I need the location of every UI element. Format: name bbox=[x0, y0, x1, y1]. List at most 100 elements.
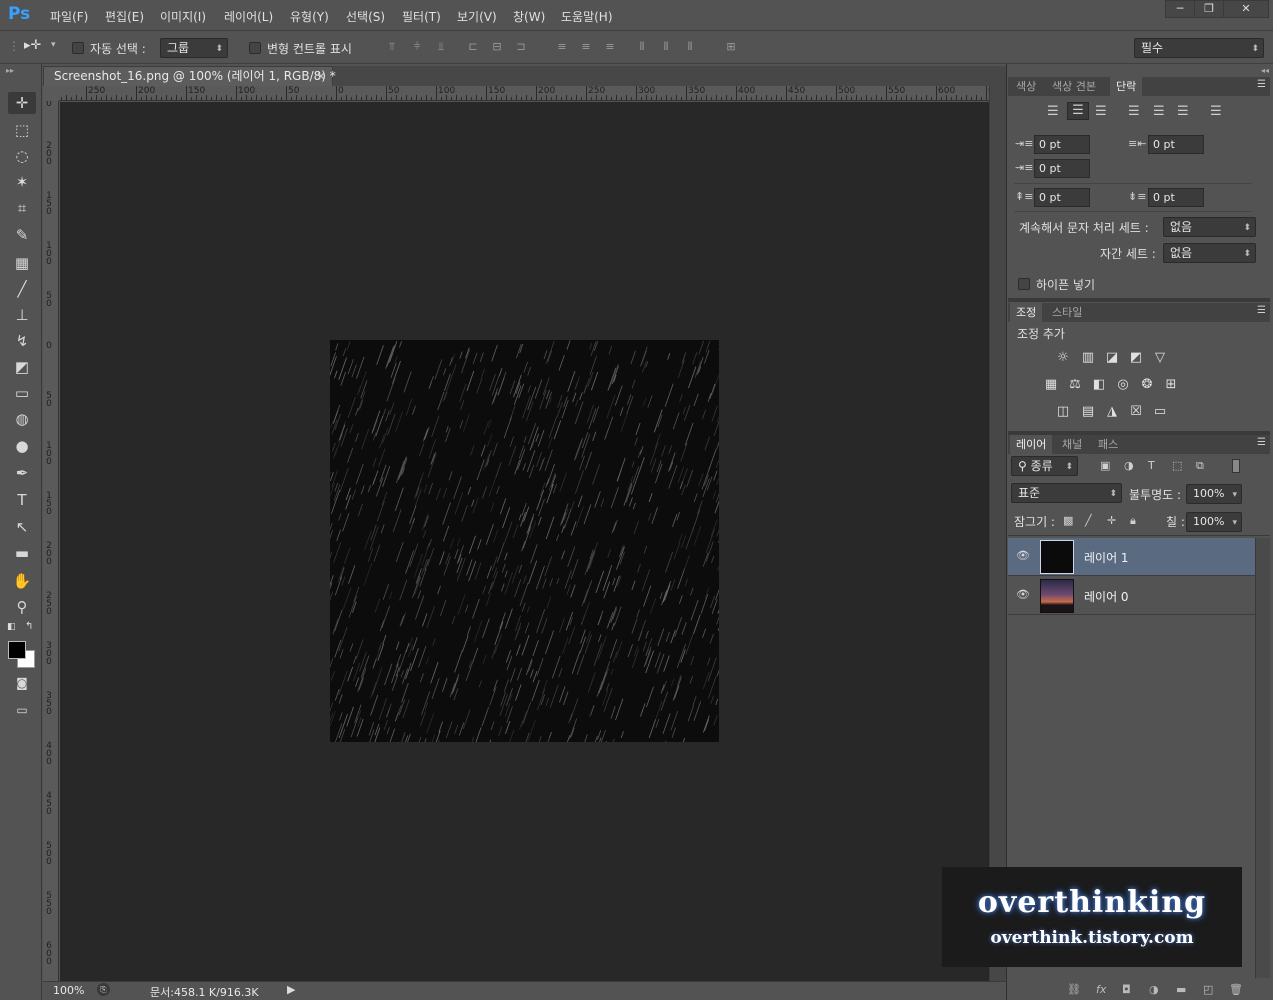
align-text-center-icon[interactable]: ☰ bbox=[1067, 102, 1089, 120]
document-image-rain[interactable] bbox=[330, 340, 719, 742]
menu-filter[interactable]: 필터(T) bbox=[402, 8, 441, 25]
filter-toggle-icon[interactable] bbox=[1232, 459, 1240, 473]
distribute-hcenter-icon[interactable]: ⫴ bbox=[659, 40, 673, 54]
marquee-tool-icon[interactable]: ⬚ bbox=[8, 119, 36, 141]
move-tool-icon[interactable]: ✛ bbox=[8, 92, 36, 114]
auto-select-checkbox[interactable] bbox=[72, 42, 84, 54]
delete-layer-icon[interactable]: 🗑︎ bbox=[1229, 983, 1243, 996]
layer-name[interactable]: 레이어 1 bbox=[1084, 549, 1129, 566]
foreground-color-swatch[interactable] bbox=[8, 641, 26, 659]
align-top-icon[interactable]: ⫪ bbox=[385, 40, 399, 54]
invert-icon[interactable]: ◫ bbox=[1055, 405, 1071, 419]
blur-tool-icon[interactable]: ◍ bbox=[8, 408, 36, 430]
ruler-corner[interactable] bbox=[43, 86, 59, 101]
exposure-icon[interactable]: ◩ bbox=[1128, 351, 1144, 365]
tab-adjustments[interactable]: 조정 bbox=[1010, 303, 1043, 322]
justify-last-center-icon[interactable]: ☰ bbox=[1153, 104, 1165, 119]
swap-colors-icon[interactable]: ↰ bbox=[25, 621, 33, 632]
tab-layers[interactable]: 레이어 bbox=[1010, 435, 1053, 454]
tab-swatches[interactable]: 색상 견본 bbox=[1046, 77, 1102, 96]
first-line-indent-input[interactable]: 0 pt bbox=[1034, 159, 1090, 178]
workspace-dropdown[interactable]: 필수 ⬍ bbox=[1134, 38, 1264, 58]
minimize-button[interactable]: ─ bbox=[1165, 0, 1195, 18]
layers-scrollbar[interactable] bbox=[1255, 538, 1270, 978]
hyphenate-checkbox[interactable] bbox=[1018, 278, 1030, 290]
lock-image-icon[interactable]: ╱ bbox=[1085, 514, 1092, 527]
align-hcenter-icon[interactable]: ⊟ bbox=[490, 40, 504, 54]
levels-icon[interactable]: ▥ bbox=[1080, 351, 1096, 365]
tab-paths[interactable]: 패스 bbox=[1092, 435, 1124, 454]
expand-panels-icon[interactable]: ◂◂ bbox=[1261, 66, 1269, 75]
posterize-icon[interactable]: ▤ bbox=[1080, 405, 1096, 419]
vertical-scrollbar[interactable] bbox=[989, 86, 1006, 981]
close-tab-icon[interactable]: × bbox=[316, 67, 326, 86]
filter-adjustment-icon[interactable]: ◑ bbox=[1124, 459, 1134, 472]
clone-stamp-tool-icon[interactable]: ⊥ bbox=[8, 304, 36, 326]
brush-tool-icon[interactable]: ╱ bbox=[8, 278, 36, 300]
hand-tool-icon[interactable]: ✋ bbox=[8, 570, 36, 592]
menu-edit[interactable]: 편집(E) bbox=[105, 8, 144, 25]
indent-right-input[interactable]: 0 pt bbox=[1148, 135, 1204, 154]
align-left-icon[interactable]: ⊏ bbox=[466, 40, 480, 54]
menu-help[interactable]: 도움말(H) bbox=[561, 8, 613, 25]
healing-brush-tool-icon[interactable]: ▦ bbox=[8, 252, 36, 274]
gradient-tool-icon[interactable]: ▭ bbox=[8, 382, 36, 404]
zoom-level[interactable]: 100% bbox=[53, 984, 84, 997]
crop-tool-icon[interactable]: ⌗ bbox=[8, 197, 36, 219]
menu-view[interactable]: 보기(V) bbox=[457, 8, 497, 25]
space-after-input[interactable]: 0 pt bbox=[1148, 188, 1204, 207]
path-selection-tool-icon[interactable]: ↖ bbox=[8, 516, 36, 538]
document-tab[interactable]: Screenshot_16.png @ 100% (레이어 1, RGB/8) … bbox=[43, 66, 336, 86]
tab-color[interactable]: 색상 bbox=[1010, 77, 1042, 96]
layer-filter-kind-dropdown[interactable]: ⚲ 종류 ⬍ bbox=[1011, 456, 1078, 476]
rectangle-tool-icon[interactable]: ▬ bbox=[8, 542, 36, 564]
gradient-map-icon[interactable]: ☒ bbox=[1128, 405, 1144, 419]
lock-transparent-icon[interactable]: ▩ bbox=[1063, 514, 1073, 527]
auto-align-icon[interactable]: ⊞ bbox=[724, 40, 738, 54]
selective-color-icon[interactable]: ▭ bbox=[1152, 405, 1168, 419]
align-text-left-icon[interactable]: ☰ bbox=[1047, 104, 1059, 119]
color-lookup-icon[interactable]: ⊞ bbox=[1163, 378, 1179, 392]
layer-row-1[interactable]: 👁︎ 레이어 1 bbox=[1008, 538, 1255, 576]
visibility-eye-icon[interactable]: 👁︎ bbox=[1016, 588, 1030, 601]
panel-menu-icon[interactable]: ☰ bbox=[1257, 437, 1266, 448]
layer-style-icon[interactable]: fx bbox=[1096, 983, 1106, 996]
fill-input[interactable]: 100% ▾ bbox=[1186, 512, 1242, 532]
distribute-right-icon[interactable]: ⫴ bbox=[683, 40, 697, 54]
menu-window[interactable]: 창(W) bbox=[513, 8, 545, 25]
channel-mixer-icon[interactable]: ❂ bbox=[1139, 378, 1155, 392]
panel-menu-icon[interactable]: ☰ bbox=[1257, 305, 1266, 316]
filter-smart-object-icon[interactable]: ⧉ bbox=[1196, 459, 1204, 473]
curves-icon[interactable]: ◪ bbox=[1104, 351, 1120, 365]
tab-styles[interactable]: 스타일 bbox=[1046, 303, 1088, 322]
history-brush-tool-icon[interactable]: ↯ bbox=[8, 330, 36, 352]
lock-position-icon[interactable]: ✛ bbox=[1107, 514, 1116, 527]
quick-mask-icon[interactable]: ◙ bbox=[8, 672, 36, 694]
menu-image[interactable]: 이미지(I) bbox=[160, 8, 206, 25]
space-before-input[interactable]: 0 pt bbox=[1034, 188, 1090, 207]
transform-controls-checkbox[interactable] bbox=[249, 42, 261, 54]
opacity-input[interactable]: 100% ▾ bbox=[1186, 484, 1242, 504]
color-balance-icon[interactable]: ⚖ bbox=[1067, 378, 1083, 392]
status-menu-arrow-icon[interactable]: ▶ bbox=[287, 983, 295, 996]
lock-all-icon[interactable]: 🔒︎ bbox=[1130, 514, 1136, 528]
new-adjustment-layer-icon[interactable]: ◑ bbox=[1149, 983, 1159, 996]
distribute-vcenter-icon[interactable]: ≡ bbox=[579, 40, 593, 54]
layer-name[interactable]: 레이어 0 bbox=[1084, 588, 1129, 605]
dodge-tool-icon[interactable]: ● bbox=[8, 435, 36, 457]
restore-button[interactable]: ❐ bbox=[1194, 0, 1224, 18]
hanging-punctuation-dropdown[interactable]: 없음 ⬍ bbox=[1163, 217, 1256, 237]
auto-select-dropdown[interactable]: 그룹 ⬍ bbox=[160, 38, 228, 58]
align-text-right-icon[interactable]: ☰ bbox=[1095, 104, 1107, 119]
link-layers-icon[interactable]: ⛓ bbox=[1067, 983, 1081, 996]
panel-menu-icon[interactable]: ☰ bbox=[1257, 79, 1266, 90]
layer-row-0[interactable]: 👁︎ 레이어 0 bbox=[1008, 577, 1255, 615]
collapse-icon[interactable]: ▸▸ bbox=[6, 66, 14, 75]
menu-layer[interactable]: 레이어(L) bbox=[224, 8, 273, 25]
new-layer-icon[interactable]: ◰ bbox=[1203, 983, 1213, 996]
horizontal-ruler[interactable]: 250 200 150 100 50 0 50 100 150 200 250 300 350 400 45… bbox=[59, 86, 989, 101]
indent-left-input[interactable]: 0 pt bbox=[1034, 135, 1090, 154]
add-mask-icon[interactable]: ◘ bbox=[1122, 983, 1131, 996]
eyedropper-tool-icon[interactable]: ✎ bbox=[8, 224, 36, 246]
justify-all-icon[interactable]: ☰ bbox=[1210, 104, 1222, 119]
